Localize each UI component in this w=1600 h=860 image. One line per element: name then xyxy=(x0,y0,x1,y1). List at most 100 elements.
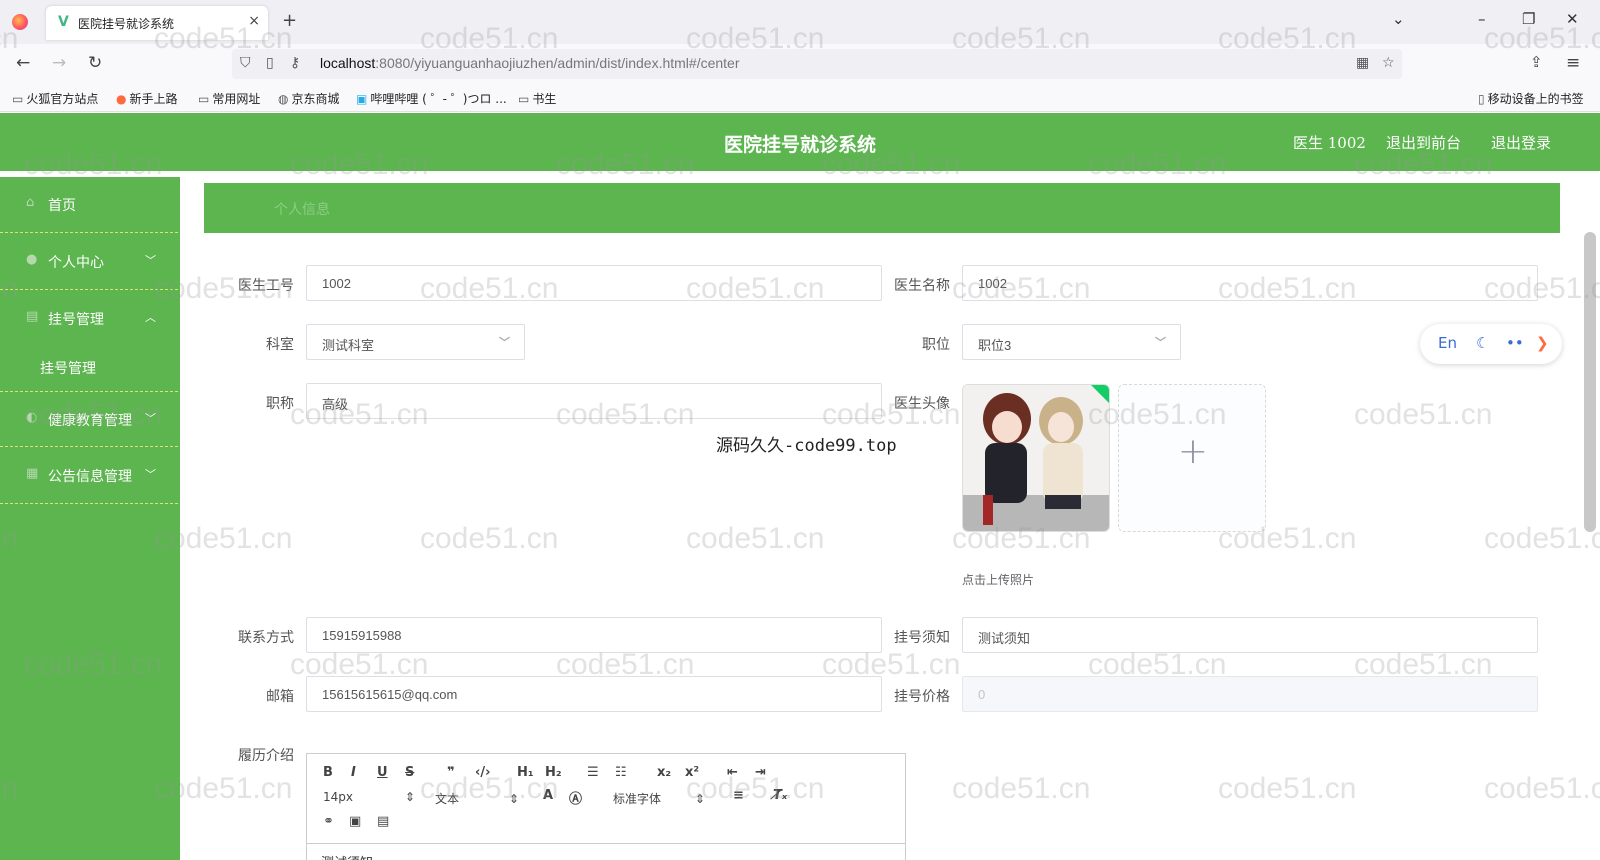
sidebar-item-label: 公告信息管理 xyxy=(48,469,132,485)
doctor-name-input[interactable]: 1002 xyxy=(962,265,1538,301)
notice-input[interactable]: 测试须知 xyxy=(962,617,1538,653)
code-icon[interactable]: ‹/› xyxy=(475,765,490,780)
font-size-select[interactable]: 14px ⇕ xyxy=(323,790,415,804)
email-input[interactable]: 15615615615@qq.com xyxy=(306,676,882,712)
font-family-select[interactable]: 标准字体 ⇕ xyxy=(613,790,705,807)
sidebar-item-health-education[interactable]: ◐ 健康教育管理 ﹀ xyxy=(0,391,178,447)
bookmark-label: 京东商城 xyxy=(291,92,340,106)
language-toggle[interactable]: En xyxy=(1438,334,1457,352)
ordered-list-icon[interactable]: ☰ xyxy=(587,765,599,780)
tab-close-icon[interactable]: × xyxy=(248,13,260,29)
notice-icon: ▦ xyxy=(26,466,39,481)
underline-icon[interactable]: U xyxy=(377,765,388,780)
dept-select[interactable]: 测试科室 ﹀ xyxy=(306,324,525,360)
mobile-bookmarks[interactable]: ▯ 移动设备上的书签 xyxy=(1478,90,1584,107)
restore-icon[interactable]: ❐ xyxy=(1522,10,1535,28)
quote-icon[interactable]: ❞ xyxy=(447,765,455,780)
price-input: 0 xyxy=(962,676,1538,712)
url-path: :8080/yiyuanguanhaojiuzhen/admin/dist/in… xyxy=(375,55,740,71)
logout-link[interactable]: 退出登录 xyxy=(1491,132,1551,153)
sidebar-item-registration[interactable]: ▤ 挂号管理 ︿ xyxy=(0,291,178,347)
minimize-icon[interactable]: – xyxy=(1478,10,1486,28)
chevron-down-icon: ﹀ xyxy=(499,336,510,349)
resume-label: 履历介绍 xyxy=(238,748,294,764)
watermark-text: code51.cn xyxy=(1218,772,1357,805)
editor-toolbar: B I U S ❞ ‹/› H₁ H₂ ☰ ☷ x₂ x² ⇤ ⇥ 14px ⇕… xyxy=(307,754,905,844)
avatar-illustration xyxy=(963,385,1109,531)
browser-tabbar: V 医院挂号就诊系统 × + ⌄ – ❐ ✕ xyxy=(0,0,1600,44)
scrollbar[interactable] xyxy=(1584,232,1596,532)
doctor-avatar-image[interactable] xyxy=(962,384,1110,532)
doctor-no-input[interactable]: 1002 xyxy=(306,265,882,301)
bookmark-item[interactable]: ▭ 常用网址 xyxy=(198,90,260,107)
upload-photo-button[interactable]: + xyxy=(1118,384,1266,532)
bookmark-star-icon[interactable]: ☆ xyxy=(1382,55,1395,71)
bookmark-item[interactable]: ▣ 哔哩哔哩 ( ゜- ゜)つロ ... xyxy=(356,90,507,107)
watermark-text: code51.cn xyxy=(420,522,559,555)
clear-format-icon[interactable]: T̸ₓ xyxy=(773,788,787,803)
language-widget[interactable]: En ☾ •• ❯ xyxy=(1420,324,1562,364)
reload-icon[interactable]: ↻ xyxy=(88,53,102,73)
sidebar-item-announcements[interactable]: ▦ 公告信息管理 ﹀ xyxy=(0,448,178,504)
background-color-icon[interactable]: Ⓐ xyxy=(569,788,582,807)
current-user: 医生 1002 xyxy=(1293,134,1366,152)
watermark-text: code51.cn xyxy=(686,522,825,555)
link-icon[interactable]: ⚭ xyxy=(323,814,334,829)
phone-input[interactable]: 15915915988 xyxy=(306,617,882,653)
align-icon[interactable]: ≡ xyxy=(733,788,744,803)
bold-icon[interactable]: B xyxy=(323,765,333,780)
italic-icon[interactable]: I xyxy=(351,765,356,780)
vue-favicon-icon: V xyxy=(58,14,69,30)
key-icon: ⚷ xyxy=(290,55,301,71)
title-input[interactable]: 高级 xyxy=(306,383,882,419)
strike-icon[interactable]: S xyxy=(405,765,414,780)
header-select[interactable]: 文本 ⇕ xyxy=(435,790,519,807)
video-icon[interactable]: ▤ xyxy=(377,814,389,829)
position-label: 职位 xyxy=(922,337,950,353)
sidebar-item-personal-center[interactable]: ● 个人中心 ﹀ xyxy=(0,234,178,290)
bullet-list-icon[interactable]: ☷ xyxy=(615,765,627,780)
qr-code-icon[interactable]: ▦ xyxy=(1356,55,1369,71)
editor-content[interactable]: 测试须知 xyxy=(321,852,373,860)
globe-icon: ◍ xyxy=(278,92,289,106)
browser-tab[interactable]: V 医院挂号就诊系统 × xyxy=(46,6,268,40)
tab-list-icon[interactable]: ⌄ xyxy=(1392,10,1405,28)
breadcrumb-current: 个人信息 xyxy=(274,202,330,218)
rich-text-editor[interactable]: B I U S ❞ ‹/› H₁ H₂ ☰ ☷ x₂ x² ⇤ ⇥ 14px ⇕… xyxy=(306,753,906,860)
bookmark-label: 火狐官方站点 xyxy=(26,92,99,106)
dots-icon[interactable]: •• xyxy=(1506,334,1524,352)
updown-icon: ⇕ xyxy=(694,792,705,806)
window-close-icon[interactable]: ✕ xyxy=(1566,10,1579,28)
h2-icon[interactable]: H₂ xyxy=(545,765,562,780)
bookmark-item[interactable]: ▭ 书生 xyxy=(518,90,556,107)
menu-icon[interactable]: ≡ xyxy=(1566,53,1580,73)
shield-icon: ⛉ xyxy=(240,55,251,71)
chevron-down-icon: ﹀ xyxy=(1155,336,1166,349)
watermark-text: code51.cn xyxy=(1484,522,1600,555)
sidebar-subitem-registration[interactable]: 挂号管理 xyxy=(40,358,96,378)
browser-navbar: ← → ↻ ⛉ ▯ ⚷ localhost:8080/yiyuanguanhao… xyxy=(0,44,1600,84)
title-label: 职称 xyxy=(266,396,294,412)
image-icon[interactable]: ▣ xyxy=(349,814,361,829)
chevron-right-icon[interactable]: ❯ xyxy=(1536,334,1549,352)
indent-icon[interactable]: ⇥ xyxy=(755,765,766,780)
extensions-icon[interactable]: ⇪ xyxy=(1530,53,1543,71)
bookmark-item[interactable]: ▭ 火狐官方站点 xyxy=(12,90,98,107)
back-to-front-link[interactable]: 退出到前台 xyxy=(1386,132,1461,153)
upload-tip: 点击上传照片 xyxy=(962,573,1035,587)
moon-icon[interactable]: ☾ xyxy=(1476,334,1489,352)
outdent-icon[interactable]: ⇤ xyxy=(727,765,738,780)
h1-icon[interactable]: H₁ xyxy=(517,765,534,780)
position-select[interactable]: 职位3 ﹀ xyxy=(962,324,1181,360)
subscript-icon[interactable]: x₂ xyxy=(657,765,671,780)
superscript-icon[interactable]: x² xyxy=(685,765,699,780)
url-bar[interactable]: ⛉ ▯ ⚷ localhost:8080/yiyuanguanhaojiuzhe… xyxy=(232,49,1402,79)
new-tab-button[interactable]: + xyxy=(282,10,297,31)
bookmark-item[interactable]: ● 新手上路 xyxy=(116,90,178,107)
forward-icon[interactable]: → xyxy=(52,53,66,73)
sidebar-item-home[interactable]: ⌂ 首页 xyxy=(0,177,178,233)
back-icon[interactable]: ← xyxy=(16,53,30,73)
tab-title: 医院挂号就诊系统 xyxy=(78,17,175,31)
font-color-icon[interactable]: A xyxy=(543,788,553,803)
bookmark-item[interactable]: ◍ 京东商城 xyxy=(278,90,340,107)
